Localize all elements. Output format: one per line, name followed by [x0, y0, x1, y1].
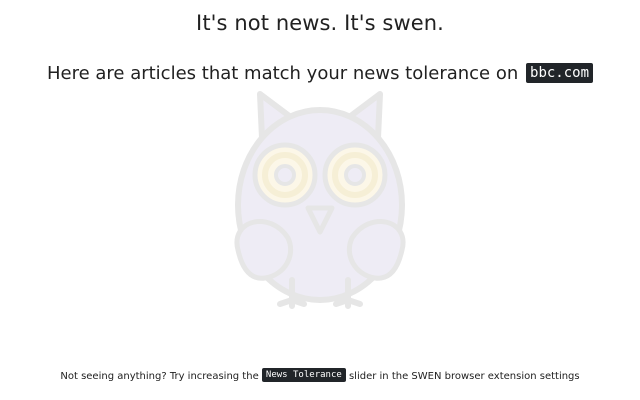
page-title: It's not news. It's swen.	[196, 11, 444, 35]
help-text-after: slider in the SWEN browser extension set…	[348, 371, 580, 382]
site-badge: bbc.com	[526, 63, 594, 83]
subtitle-text: Here are articles that match your news t…	[46, 63, 519, 84]
owl-icon	[234, 91, 406, 309]
subtitle: Here are articles that match your news t…	[0, 63, 640, 84]
news-tolerance-setting: News Tolerance	[261, 368, 346, 382]
help-text-before: Not seeing anything? Try increasing the	[60, 371, 259, 382]
help-text: Not seeing anything? Try increasing the …	[0, 368, 640, 383]
